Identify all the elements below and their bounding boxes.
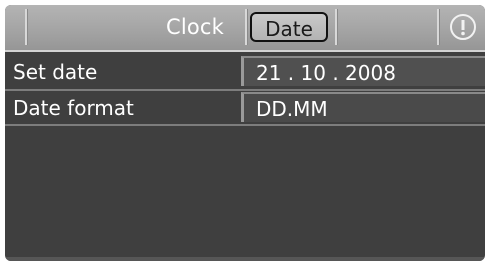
tab-separator	[335, 9, 337, 45]
row-divider	[5, 124, 485, 126]
settings-row-date-format[interactable]: Date format DD.MM	[5, 91, 485, 125]
set-date-label: Set date	[13, 60, 98, 84]
date-format-value[interactable]: DD.MM	[241, 92, 485, 122]
settings-screen: Clock Date Set date 21 . 10 . 2008 Date …	[5, 5, 485, 261]
settings-row-set-date[interactable]: Set date 21 . 10 . 2008	[5, 55, 485, 89]
tab-separator	[437, 9, 439, 45]
tab-date[interactable]: Date	[250, 12, 328, 42]
tab-clock[interactable]: Clock	[155, 13, 235, 41]
tab-separator	[245, 9, 247, 45]
info-icon[interactable]	[449, 13, 477, 41]
set-date-value[interactable]: 21 . 10 . 2008	[241, 56, 485, 86]
screen-bottom-edge	[5, 257, 485, 261]
tab-separator	[25, 9, 27, 45]
tab-bar: Clock Date	[5, 5, 485, 52]
date-format-label: Date format	[13, 96, 134, 120]
